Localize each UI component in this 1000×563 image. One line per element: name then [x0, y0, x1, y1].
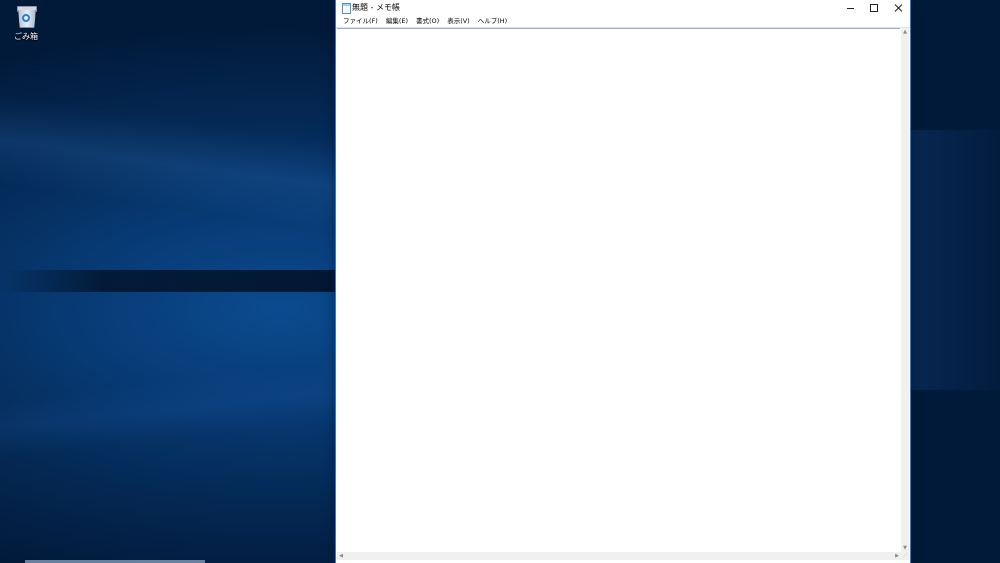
wallpaper-light-beam	[900, 130, 1000, 390]
menu-file[interactable]: ファイル(F)	[339, 16, 382, 27]
horizontal-scrollbar[interactable]: ◀ ▶	[337, 552, 901, 560]
notepad-window: 無題 - メモ帳 ファイル(F) 編集(E) 書式(O) 表示(V) ヘルプ(H…	[336, 0, 910, 563]
text-editor-area[interactable]	[337, 28, 900, 553]
menu-view[interactable]: 表示(V)	[443, 16, 474, 27]
scroll-right-icon[interactable]: ▶	[893, 552, 901, 560]
menu-bar: ファイル(F) 編集(E) 書式(O) 表示(V) ヘルプ(H)	[336, 16, 910, 28]
minimize-button[interactable]	[838, 0, 862, 16]
scroll-down-icon[interactable]: ▼	[901, 544, 909, 552]
maximize-button[interactable]	[862, 0, 886, 16]
title-bar[interactable]: 無題 - メモ帳	[336, 0, 910, 16]
recycle-bin-icon	[16, 4, 37, 28]
wallpaper-light-beam	[0, 94, 360, 236]
close-icon	[894, 4, 902, 12]
notepad-icon	[342, 3, 351, 14]
close-button[interactable]	[886, 0, 910, 16]
maximize-icon	[870, 4, 878, 12]
wallpaper-shade	[0, 270, 340, 292]
menu-edit[interactable]: 編集(E)	[382, 16, 412, 27]
scroll-up-icon[interactable]: ▲	[901, 28, 909, 36]
menu-help[interactable]: ヘルプ(H)	[474, 16, 511, 27]
resize-grip-icon[interactable]: ⋰	[901, 552, 909, 560]
desktop: ごみ箱 無題 - メモ帳 ファイル(F) 編集(E) 書式(O) 表示(V) ヘ…	[0, 0, 1000, 563]
menu-format[interactable]: 書式(O)	[412, 16, 443, 27]
scroll-left-icon[interactable]: ◀	[337, 552, 345, 560]
wallpaper-light-beam	[0, 362, 340, 458]
desktop-icon-recycle-bin[interactable]: ごみ箱	[9, 4, 43, 42]
minimize-icon	[846, 7, 854, 9]
vertical-scrollbar[interactable]: ▲ ▼	[901, 28, 909, 552]
desktop-icon-label: ごみ箱	[14, 32, 38, 41]
window-title: 無題 - メモ帳	[352, 3, 400, 12]
